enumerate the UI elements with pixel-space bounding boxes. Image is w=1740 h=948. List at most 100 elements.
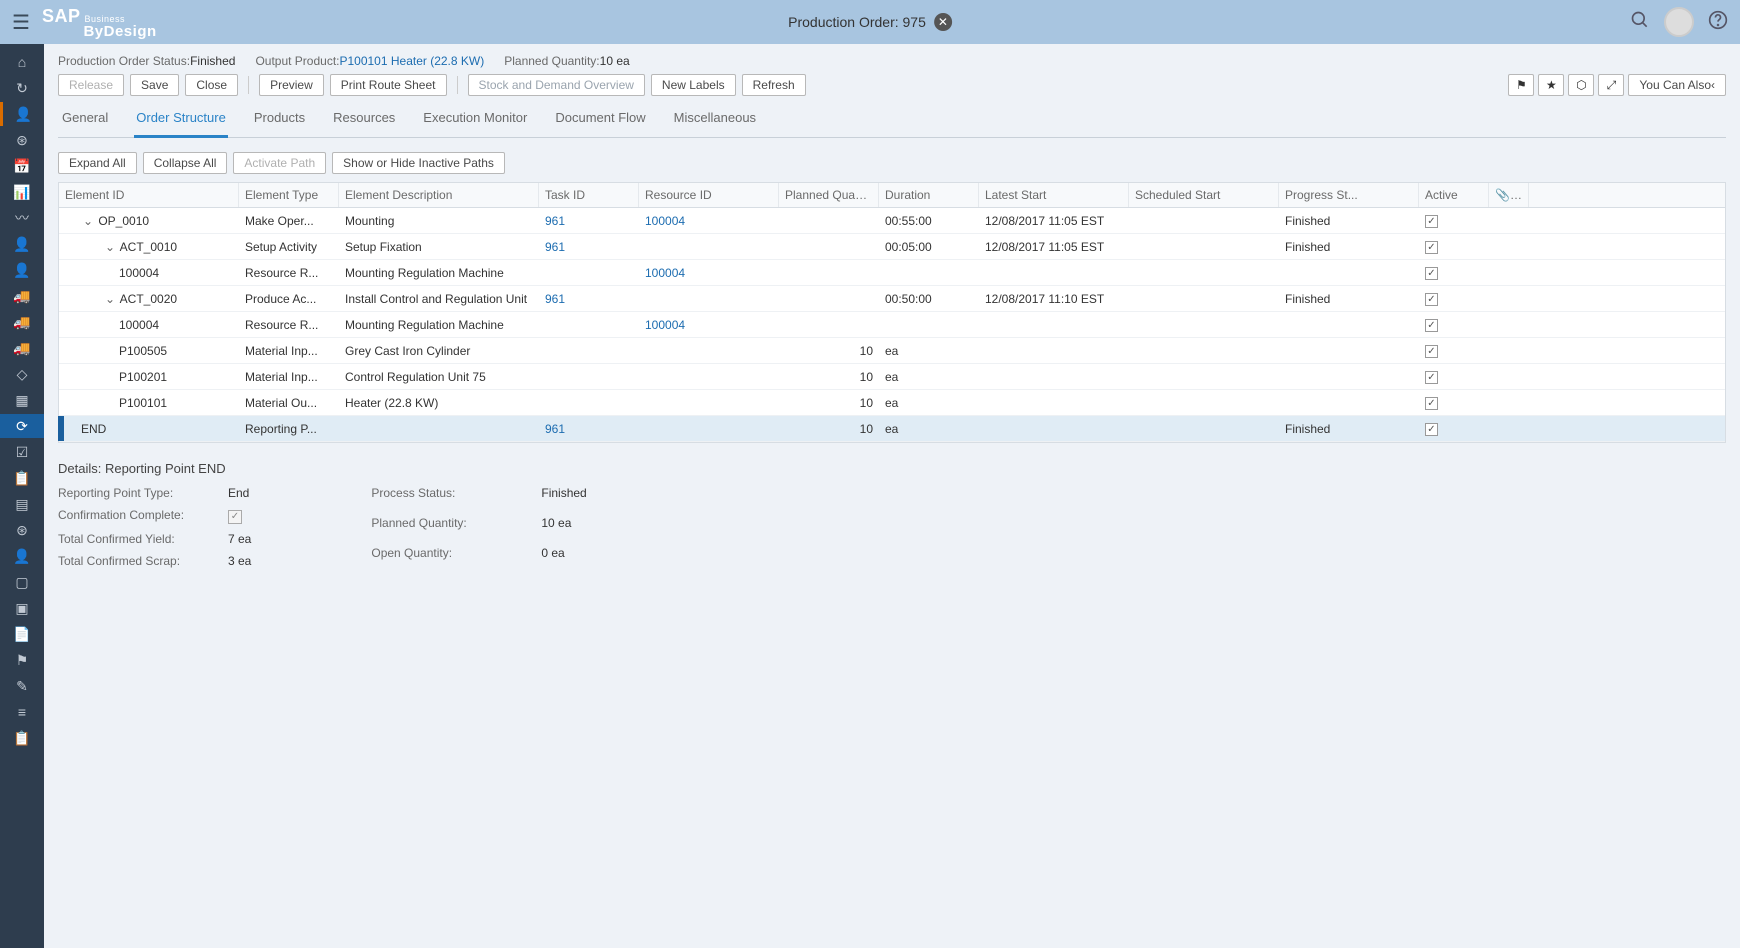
col-duration[interactable]: Duration <box>879 183 979 207</box>
refresh-button[interactable]: Refresh <box>742 74 806 96</box>
close-icon[interactable]: ✕ <box>934 13 952 31</box>
cell-element-type: Material Inp... <box>239 339 339 363</box>
cell-attach <box>1489 372 1529 382</box>
sidebar-layers-icon[interactable]: ▤ <box>0 492 44 516</box>
col-active[interactable]: Active <box>1419 183 1489 207</box>
sidebar-case-icon[interactable]: ▢ <box>0 570 44 594</box>
cell-active: ✓ <box>1419 260 1489 285</box>
flag-icon[interactable]: ⚑ <box>1508 74 1534 96</box>
chevron-down-icon[interactable]: ⌄ <box>103 240 117 254</box>
tab-execution-monitor[interactable]: Execution Monitor <box>421 104 529 137</box>
tab-miscellaneous[interactable]: Miscellaneous <box>672 104 758 137</box>
table-row[interactable]: P100201Material Inp...Control Regulation… <box>59 364 1725 390</box>
sidebar-user3-icon[interactable]: 👤 <box>0 544 44 568</box>
cell-resource-id[interactable]: 100004 <box>639 261 779 285</box>
sidebar-money-icon[interactable]: ▦ <box>0 388 44 412</box>
col-progress[interactable]: Progress St... <box>1279 183 1419 207</box>
cell-task-id[interactable]: 961 <box>539 287 639 311</box>
cell-task-id[interactable]: 961 <box>539 209 639 233</box>
cell-task-id <box>539 268 639 278</box>
sidebar-calendar-icon[interactable]: 📅 <box>0 154 44 178</box>
new-labels-button[interactable]: New Labels <box>651 74 736 96</box>
sidebar-truck2-icon[interactable]: 🚚 <box>0 310 44 334</box>
sidebar-production-icon[interactable]: ⟳ <box>0 414 44 438</box>
sidebar-user-icon[interactable]: 👤 <box>0 102 44 126</box>
sidebar-paste-icon[interactable]: 📋 <box>0 726 44 750</box>
tab-resources[interactable]: Resources <box>331 104 397 137</box>
sidebar-check-icon[interactable]: ☑ <box>0 440 44 464</box>
preview-button[interactable]: Preview <box>259 74 324 96</box>
col-resource-id[interactable]: Resource ID <box>639 183 779 207</box>
sidebar-home-icon[interactable]: ⌂ <box>0 50 44 74</box>
search-icon[interactable] <box>1630 10 1650 35</box>
save-button[interactable]: Save <box>130 74 179 96</box>
sidebar-clipboard-icon[interactable]: 📋 <box>0 466 44 490</box>
cell-resource-id[interactable]: 100004 <box>639 209 779 233</box>
sidebar-truck3-icon[interactable]: 🚚 <box>0 336 44 360</box>
sidebar-org-icon[interactable]: ⊛ <box>0 128 44 152</box>
col-element-type[interactable]: Element Type <box>239 183 339 207</box>
sidebar-wave-icon[interactable]: 〰 <box>0 206 44 230</box>
expand-all-button[interactable]: Expand All <box>58 152 137 174</box>
col-planned-qty[interactable]: Planned Quantity <box>779 183 879 207</box>
chevron-down-icon[interactable]: ⌄ <box>103 292 117 306</box>
output-product-link[interactable]: P100101 Heater (22.8 KW) <box>339 54 484 68</box>
cell-element-desc: Heater (22.8 KW) <box>339 391 539 415</box>
star-icon[interactable]: ★ <box>1538 74 1564 96</box>
table-row[interactable]: ENDReporting P...96110eaFinished✓ <box>59 416 1725 442</box>
table-row[interactable]: ⌄ ACT_0010Setup ActivitySetup Fixation96… <box>59 234 1725 260</box>
sidebar-window-icon[interactable]: ▣ <box>0 596 44 620</box>
table-row[interactable]: P100505Material Inp...Grey Cast Iron Cyl… <box>59 338 1725 364</box>
table-row[interactable]: ⌄ ACT_0020Produce Ac...Install Control a… <box>59 286 1725 312</box>
output-label: Output Product: <box>255 54 339 68</box>
sidebar-box-icon[interactable]: ◇ <box>0 362 44 386</box>
col-latest-start[interactable]: Latest Start <box>979 183 1129 207</box>
sidebar-chart-icon[interactable]: 📊 <box>0 180 44 204</box>
col-attach[interactable]: 📎 A... <box>1489 183 1529 207</box>
sidebar-flag-icon[interactable]: ⚑ <box>0 648 44 672</box>
avatar[interactable] <box>1664 7 1694 37</box>
cell-resource-id[interactable]: 100004 <box>639 313 779 337</box>
tab-general[interactable]: General <box>60 104 110 137</box>
table-row[interactable]: P100101Material Ou...Heater (22.8 KW)10e… <box>59 390 1725 416</box>
close-button[interactable]: Close <box>185 74 238 96</box>
cell-element-id: P100505 <box>59 339 239 363</box>
print-route-button[interactable]: Print Route Sheet <box>330 74 447 96</box>
you-can-also-button[interactable]: You Can Also‹ <box>1628 74 1726 96</box>
table-row[interactable]: 100004Resource R...Mounting Regulation M… <box>59 260 1725 286</box>
cell-task-id[interactable]: 961 <box>539 417 639 441</box>
table-tools: Expand All Collapse All Activate Path Sh… <box>58 152 1726 174</box>
sidebar-truck1-icon[interactable]: 🚚 <box>0 284 44 308</box>
col-scheduled-start[interactable]: Scheduled Start <box>1129 183 1279 207</box>
cell-task-id <box>539 320 639 330</box>
sidebar-refresh-icon[interactable]: ↻ <box>0 76 44 100</box>
col-element-id[interactable]: Element ID <box>59 183 239 207</box>
cell-element-id: ⌄ ACT_0010 <box>59 235 239 259</box>
chevron-down-icon[interactable]: ⌄ <box>81 214 95 228</box>
collapse-all-button[interactable]: Collapse All <box>143 152 228 174</box>
sidebar-person1-icon[interactable]: 👤 <box>0 232 44 256</box>
sidebar-doc-icon[interactable]: 📄 <box>0 622 44 646</box>
cell-scheduled-start <box>1129 294 1279 304</box>
sidebar-edit-icon[interactable]: ✎ <box>0 674 44 698</box>
sidebar-globe-icon[interactable]: ⊛ <box>0 518 44 542</box>
show-hide-button[interactable]: Show or Hide Inactive Paths <box>332 152 505 174</box>
table-row[interactable]: 100004Resource R...Mounting Regulation M… <box>59 312 1725 338</box>
tab-document-flow[interactable]: Document Flow <box>553 104 647 137</box>
expand-icon[interactable]: ⤢ <box>1598 74 1624 96</box>
col-task-id[interactable]: Task ID <box>539 183 639 207</box>
tag-icon[interactable]: ⬡ <box>1568 74 1594 96</box>
cell-duration <box>879 268 979 278</box>
tab-order-structure[interactable]: Order Structure <box>134 104 228 138</box>
col-element-desc[interactable]: Element Description <box>339 183 539 207</box>
cell-duration: 00:05:00 <box>879 235 979 259</box>
menu-icon[interactable]: ☰ <box>12 10 30 35</box>
cell-element-id: P100101 <box>59 391 239 415</box>
tab-products[interactable]: Products <box>252 104 307 137</box>
cell-task-id[interactable]: 961 <box>539 235 639 259</box>
help-icon[interactable] <box>1708 10 1728 35</box>
table-row[interactable]: ⌄ OP_0010Make Oper...Mounting96110000400… <box>59 208 1725 234</box>
sidebar-person2-icon[interactable]: 👤 <box>0 258 44 282</box>
cell-element-desc: Mounting Regulation Machine <box>339 261 539 285</box>
sidebar-list-icon[interactable]: ≡ <box>0 700 44 724</box>
